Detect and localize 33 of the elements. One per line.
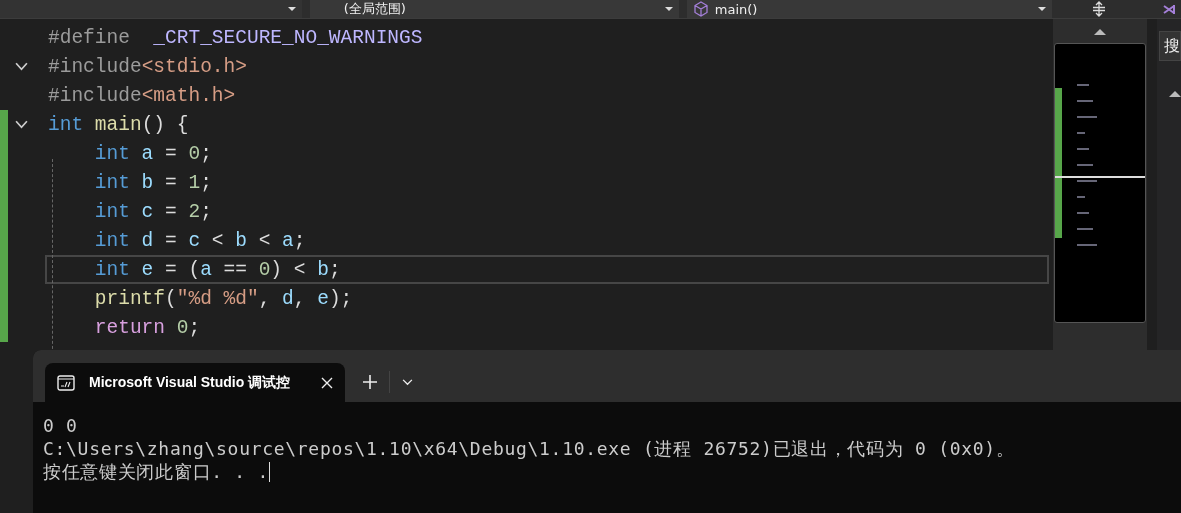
cube-icon bbox=[692, 1, 709, 17]
caret-icon bbox=[287, 7, 296, 11]
code-line: #include<math.h> bbox=[48, 84, 236, 107]
close-icon[interactable] bbox=[321, 376, 333, 389]
terminal-tab[interactable]: Microsoft Visual Studio 调试控 bbox=[45, 363, 345, 402]
caret-icon bbox=[1037, 7, 1046, 11]
code-line: int d = c < b < a; bbox=[93, 229, 306, 252]
scroll-up-icon[interactable] bbox=[1093, 29, 1106, 35]
code-line: return 0; bbox=[93, 316, 201, 339]
dropdown-icon[interactable] bbox=[402, 379, 413, 386]
code-line: #include<stdio.h> bbox=[48, 55, 247, 78]
collapse-icon[interactable] bbox=[14, 120, 28, 129]
code-line: #define _CRT_SECURE_NO_WARNINGS bbox=[48, 26, 423, 49]
caret-icon bbox=[664, 7, 673, 11]
code-line: int b = 1; bbox=[93, 171, 212, 194]
console-output-line: C:\Users\zhang\source\repos\1.10\x64\Debug\1.10.exe (进程 26752)已退出，代码为 0 (0x0)。 bbox=[43, 437, 1016, 460]
split-icon[interactable] bbox=[1090, 1, 1107, 17]
console-output-line: 按任意键关闭此窗口. . . bbox=[43, 460, 271, 483]
code-line: int c = 2; bbox=[93, 200, 212, 223]
code-line: int a = 0; bbox=[93, 142, 212, 165]
expand-icon[interactable] bbox=[1169, 91, 1181, 97]
search-field[interactable]: 搜 bbox=[1159, 31, 1181, 61]
new-tab-icon[interactable] bbox=[363, 375, 377, 389]
code-line: printf("%d %d", d, e); bbox=[93, 287, 353, 310]
scope-dropdown[interactable]: main() bbox=[686, 0, 1052, 18]
console-output-line: 0 0 bbox=[43, 414, 79, 437]
code-line: int main() { bbox=[48, 113, 189, 136]
code-minimap[interactable] bbox=[1053, 43, 1146, 323]
scope-dropdown[interactable]: (全局范围) bbox=[309, 0, 679, 18]
terminal-icon bbox=[57, 374, 75, 391]
code-line: int e = (a == 0) < b; bbox=[93, 258, 341, 281]
collapse-icon[interactable] bbox=[14, 62, 28, 71]
logo-icon[interactable] bbox=[1162, 2, 1177, 16]
